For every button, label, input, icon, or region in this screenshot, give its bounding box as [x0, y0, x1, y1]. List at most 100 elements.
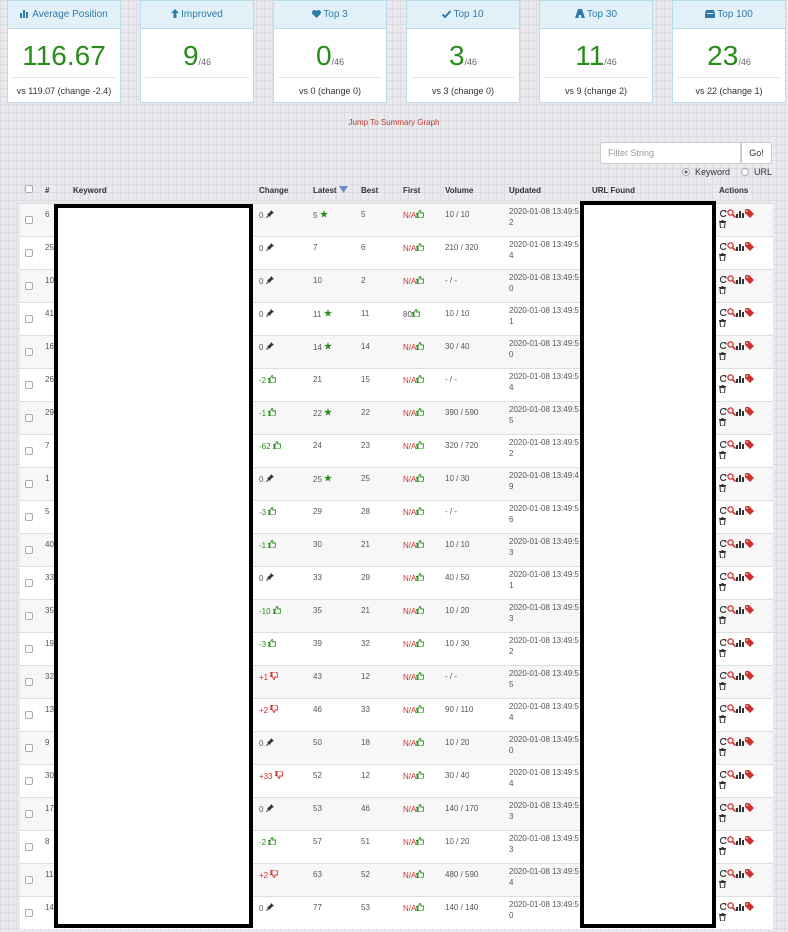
search-icon[interactable] — [727, 869, 737, 879]
trash-icon[interactable] — [719, 417, 726, 427]
tag-icon[interactable] — [745, 275, 755, 285]
trash-icon[interactable] — [719, 879, 726, 889]
refresh-icon[interactable] — [719, 902, 727, 911]
row-checkbox[interactable] — [25, 249, 33, 257]
filter-input[interactable]: Filter String — [600, 142, 741, 164]
chart-icon[interactable] — [736, 836, 745, 845]
search-icon[interactable] — [727, 407, 737, 417]
tag-icon[interactable] — [745, 770, 755, 780]
header-updated[interactable]: Updated — [509, 186, 541, 195]
tag-icon[interactable] — [745, 407, 755, 417]
refresh-icon[interactable] — [719, 605, 727, 614]
go-button[interactable]: Go! — [741, 142, 772, 164]
trash-icon[interactable] — [719, 648, 726, 658]
row-checkbox[interactable] — [25, 744, 33, 752]
row-checkbox[interactable] — [25, 513, 33, 521]
refresh-icon[interactable] — [719, 803, 727, 812]
tag-icon[interactable] — [745, 869, 755, 879]
row-checkbox[interactable] — [25, 315, 33, 323]
refresh-icon[interactable] — [719, 407, 727, 416]
header-first[interactable]: First — [403, 186, 420, 195]
chart-icon[interactable] — [736, 473, 745, 482]
header-url-found[interactable]: URL Found — [592, 186, 635, 195]
search-icon[interactable] — [727, 242, 737, 252]
chart-icon[interactable] — [736, 572, 745, 581]
search-icon[interactable] — [727, 770, 737, 780]
refresh-icon[interactable] — [719, 275, 727, 284]
chart-icon[interactable] — [736, 803, 745, 812]
search-icon[interactable] — [727, 902, 737, 912]
tag-icon[interactable] — [745, 539, 755, 549]
select-all-checkbox[interactable] — [25, 185, 33, 193]
search-icon[interactable] — [727, 638, 737, 648]
row-checkbox[interactable] — [25, 216, 33, 224]
header-num[interactable]: # — [45, 186, 49, 195]
row-checkbox[interactable] — [25, 909, 33, 917]
trash-icon[interactable] — [719, 681, 726, 691]
row-checkbox[interactable] — [25, 381, 33, 389]
search-icon[interactable] — [727, 836, 737, 846]
refresh-icon[interactable] — [719, 242, 727, 251]
chart-icon[interactable] — [736, 671, 745, 680]
row-checkbox[interactable] — [25, 546, 33, 554]
search-icon[interactable] — [727, 605, 737, 615]
header-volume[interactable]: Volume — [445, 186, 473, 195]
trash-icon[interactable] — [719, 450, 726, 460]
tag-icon[interactable] — [745, 704, 755, 714]
tag-icon[interactable] — [745, 209, 755, 219]
trash-icon[interactable] — [719, 219, 726, 229]
refresh-icon[interactable] — [719, 539, 727, 548]
tag-icon[interactable] — [745, 638, 755, 648]
refresh-icon[interactable] — [719, 341, 727, 350]
tag-icon[interactable] — [745, 605, 755, 615]
refresh-icon[interactable] — [719, 308, 727, 317]
refresh-icon[interactable] — [719, 770, 727, 779]
chart-icon[interactable] — [736, 242, 745, 251]
row-checkbox[interactable] — [25, 678, 33, 686]
trash-icon[interactable] — [719, 351, 726, 361]
tag-icon[interactable] — [745, 308, 755, 318]
row-checkbox[interactable] — [25, 810, 33, 818]
chart-icon[interactable] — [736, 638, 745, 647]
trash-icon[interactable] — [719, 483, 726, 493]
row-checkbox[interactable] — [25, 876, 33, 884]
search-icon[interactable] — [727, 572, 737, 582]
search-icon[interactable] — [727, 671, 737, 681]
tag-icon[interactable] — [745, 242, 755, 252]
radio-keyword[interactable]: Keyword — [682, 167, 730, 177]
search-icon[interactable] — [727, 803, 737, 813]
row-checkbox[interactable] — [25, 480, 33, 488]
search-icon[interactable] — [727, 374, 737, 384]
refresh-icon[interactable] — [719, 572, 727, 581]
chart-icon[interactable] — [736, 341, 745, 350]
chart-icon[interactable] — [736, 440, 745, 449]
trash-icon[interactable] — [719, 747, 726, 757]
tag-icon[interactable] — [745, 374, 755, 384]
trash-icon[interactable] — [719, 714, 726, 724]
chart-icon[interactable] — [736, 869, 745, 878]
refresh-icon[interactable] — [719, 440, 727, 449]
chart-icon[interactable] — [736, 209, 745, 218]
chart-icon[interactable] — [736, 704, 745, 713]
tag-icon[interactable] — [745, 737, 755, 747]
radio-url-dot[interactable] — [741, 168, 749, 176]
tag-icon[interactable] — [745, 803, 755, 813]
search-icon[interactable] — [727, 506, 737, 516]
chart-icon[interactable] — [736, 605, 745, 614]
chart-icon[interactable] — [736, 374, 745, 383]
tag-icon[interactable] — [745, 836, 755, 846]
row-checkbox[interactable] — [25, 612, 33, 620]
refresh-icon[interactable] — [719, 836, 727, 845]
refresh-icon[interactable] — [719, 209, 727, 218]
row-checkbox[interactable] — [25, 711, 33, 719]
refresh-icon[interactable] — [719, 737, 727, 746]
search-icon[interactable] — [727, 440, 737, 450]
tag-icon[interactable] — [745, 902, 755, 912]
tag-icon[interactable] — [745, 473, 755, 483]
trash-icon[interactable] — [719, 549, 726, 559]
chart-icon[interactable] — [736, 902, 745, 911]
search-icon[interactable] — [727, 275, 737, 285]
trash-icon[interactable] — [719, 582, 726, 592]
refresh-icon[interactable] — [719, 638, 727, 647]
chart-icon[interactable] — [736, 770, 745, 779]
